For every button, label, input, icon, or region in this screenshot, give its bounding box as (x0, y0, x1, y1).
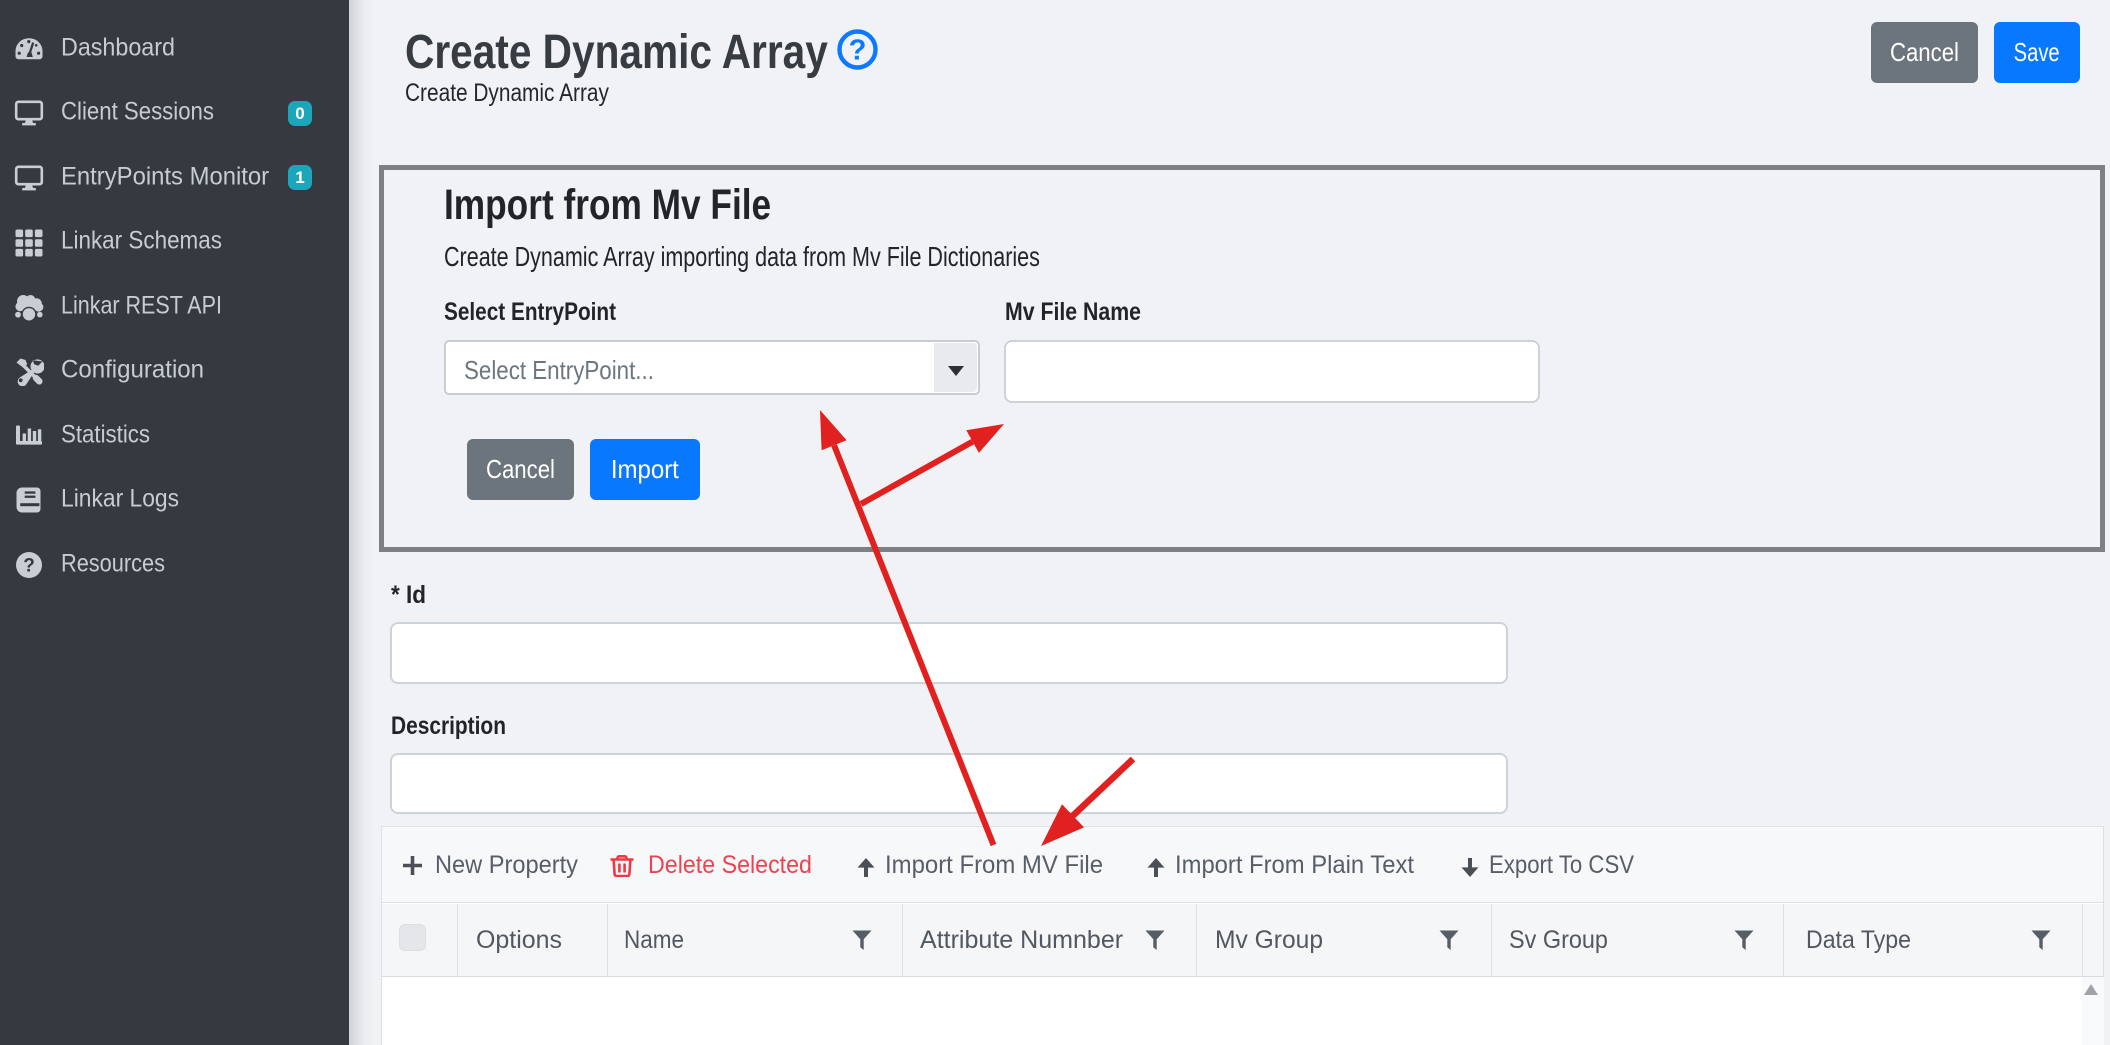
svg-text:?: ? (849, 35, 867, 67)
svg-text:?: ? (23, 555, 35, 576)
